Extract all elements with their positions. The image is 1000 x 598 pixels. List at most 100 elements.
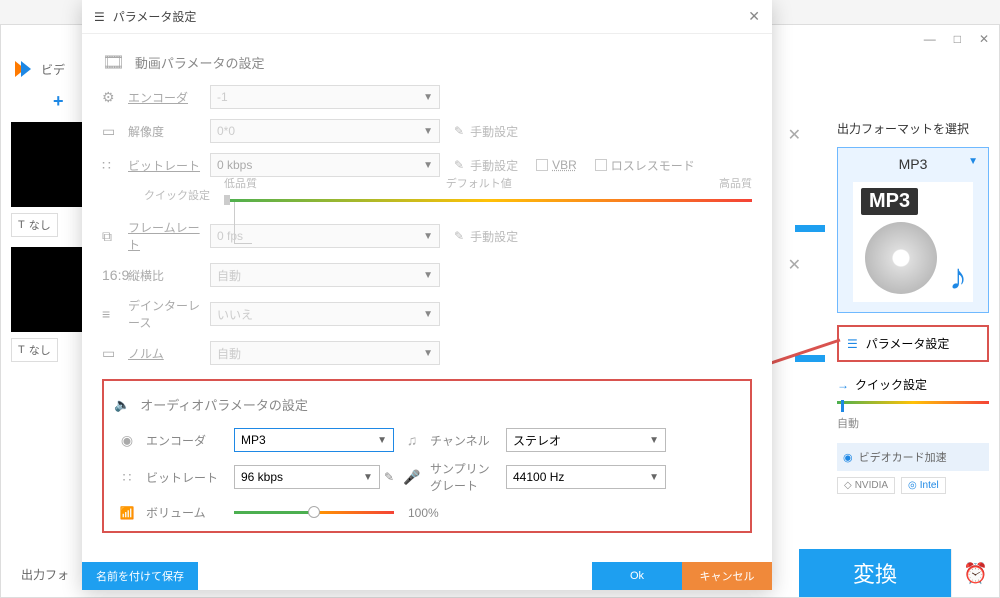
audio-encoder-icon: ◉ [114, 432, 140, 449]
volume-row: 📶 ボリューム 100% [114, 504, 740, 521]
pencil-icon: ✎ [454, 124, 464, 138]
aspect-label: 縦横比 [128, 267, 210, 284]
item-close-icon[interactable]: ✕ [788, 125, 801, 145]
connector-line [234, 202, 252, 244]
convert-button[interactable]: 変換 [799, 549, 951, 597]
clock-icon: ⏰ [963, 561, 988, 586]
audio-bitrate-select[interactable]: 96 kbps▼ [234, 465, 380, 489]
aspect-select[interactable]: 自動▼ [210, 263, 440, 287]
chevron-down-icon: ▼ [968, 156, 978, 167]
quick-quality-row: クイック設定 低品質 デフォルト値 高品質 [102, 187, 752, 203]
chip-icon: ◉ [843, 451, 853, 464]
norm-select[interactable]: 自動▼ [210, 341, 440, 365]
dialog-footer: 名前を付けて保存 Ok キャンセル [82, 562, 772, 590]
chevron-down-icon: ▼ [423, 348, 433, 359]
arrow-right-icon: → [837, 378, 849, 392]
audio-bitrate-icon: ∷ [114, 469, 140, 486]
sliders-icon: ☰ [94, 10, 105, 24]
deinterlace-label: デインターレース [128, 297, 210, 331]
audio-encoder-label: エンコーダ [146, 432, 228, 449]
format-card[interactable]: MP3▼ MP3 ♪ [837, 147, 989, 313]
nvidia-icon: ◇ [844, 480, 852, 491]
volume-value: 100% [408, 506, 439, 520]
aspect-row: 16:9 縦横比 自動▼ [102, 263, 752, 287]
channel-icon: ♫ [400, 432, 424, 448]
format-name: MP3 [899, 156, 928, 172]
timer-button[interactable]: ⏰ [951, 549, 999, 597]
resolution-label: 解像度 [128, 123, 210, 140]
gear-icon: ⚙ [102, 89, 128, 106]
intel-badge: ◎Intel [901, 477, 946, 494]
framerate-icon: ⧉ [102, 228, 128, 245]
audio-bitrate-label: ビットレート [146, 469, 228, 486]
quick-quality-slider[interactable] [837, 401, 989, 411]
channel-select[interactable]: ステレオ▼ [506, 428, 666, 452]
video-section-header: 🎞 動画パラメータの設定 [102, 52, 752, 73]
chevron-down-icon: ▼ [377, 435, 387, 446]
samplerate-select[interactable]: 44100 Hz▼ [506, 465, 666, 489]
minimize-button[interactable]: — [924, 32, 936, 46]
encoder-select[interactable]: -1▼ [210, 85, 440, 109]
chevron-down-icon: ▼ [423, 270, 433, 281]
ok-button[interactable]: Ok [592, 562, 682, 590]
samplerate-icon: 🎤 [400, 469, 424, 486]
encoder-label[interactable]: エンコーダ [128, 89, 210, 106]
cancel-button[interactable]: キャンセル [682, 562, 772, 590]
format-header: 出力フォーマットを選択 [837, 120, 989, 137]
deinterlace-select[interactable]: いいえ▼ [210, 302, 440, 326]
gpu-accel-row[interactable]: ◉ ビデオカード加速 [837, 443, 989, 471]
deinterlace-row: ≡ デインターレース いいえ▼ [102, 297, 752, 331]
right-sidebar: 出力フォーマットを選択 MP3▼ MP3 ♪ ☰ パラメータ設定 → クイック設… [837, 120, 989, 494]
vbr-checkbox[interactable]: VBR [536, 158, 577, 172]
resolution-manual-button[interactable]: ✎手動設定 [454, 123, 518, 140]
dialog-titlebar: ☰ パラメータ設定 ✕ [82, 0, 772, 34]
item-close-icon[interactable]: ✕ [788, 255, 801, 275]
framerate-manual-button[interactable]: ✎手動設定 [454, 228, 518, 245]
chevron-down-icon: ▼ [423, 160, 433, 171]
volume-label: ボリューム [146, 504, 228, 521]
subtitle-dropdown[interactable]: Tなし [11, 338, 58, 362]
audio-section-header: 🔈 オーディオパラメータの設定 [114, 395, 740, 414]
chevron-down-icon: ▼ [423, 231, 433, 242]
norm-icon: ▭ [102, 345, 128, 362]
video-bitrate-row: ∷ ビットレート 0 kbps▼ ✎手動設定 VBR ロスレスモード [102, 153, 752, 177]
speaker-icon: 🔈 [114, 397, 130, 413]
pencil-icon[interactable]: ✎ [384, 470, 394, 484]
volume-slider[interactable] [234, 511, 394, 514]
video-encoder-row: ⚙ エンコーダ -1▼ [102, 85, 752, 109]
dialog-close-button[interactable]: ✕ [748, 8, 760, 25]
bitrate-label[interactable]: ビットレート [128, 157, 210, 174]
dialog-title: パラメータ設定 [113, 8, 197, 25]
nvidia-badge: ◇NVIDIA [837, 477, 895, 494]
close-button[interactable]: ✕ [979, 32, 989, 46]
progress-indicator [795, 225, 825, 232]
resolution-icon: ▭ [102, 123, 128, 140]
bitrate-icon: ∷ [102, 157, 128, 174]
lossless-checkbox[interactable]: ロスレスモード [595, 157, 695, 174]
maximize-button[interactable]: □ [954, 32, 961, 46]
parameter-dialog: ☰ パラメータ設定 ✕ 🎞 動画パラメータの設定 ⚙ エンコーダ -1▼ ▭ 解… [82, 0, 772, 590]
auto-label: 自動 [837, 415, 989, 431]
filmstrip-icon: 🎞 [102, 52, 125, 73]
audio-encoder-select[interactable]: MP3▼ [234, 428, 394, 452]
resolution-select[interactable]: 0*0▼ [210, 119, 440, 143]
norm-label[interactable]: ノルム [128, 345, 210, 362]
output-folder-label: 出力フォ [21, 566, 69, 583]
save-as-button[interactable]: 名前を付けて保存 [82, 562, 198, 590]
chevron-down-icon: ▼ [363, 472, 373, 483]
aspect-icon: 16:9 [102, 267, 128, 283]
pencil-icon: ✎ [454, 158, 464, 172]
volume-icon: 📶 [114, 506, 140, 520]
subtitle-dropdown[interactable]: Tなし [11, 213, 58, 237]
chevron-down-icon: ▼ [423, 92, 433, 103]
parameter-settings-button[interactable]: ☰ パラメータ設定 [837, 325, 989, 362]
quality-slider[interactable]: 低品質 デフォルト値 高品質 [224, 189, 752, 202]
bitrate-manual-button[interactable]: ✎手動設定 [454, 157, 518, 174]
samplerate-label: サンプリングレート [430, 460, 500, 494]
app-logo-icon [11, 57, 35, 81]
sliders-icon: ☰ [847, 337, 858, 351]
chevron-down-icon: ▼ [649, 472, 659, 483]
app-title: ビデ [41, 61, 65, 78]
framerate-label[interactable]: フレームレート [128, 219, 210, 253]
bitrate-select[interactable]: 0 kbps▼ [210, 153, 440, 177]
